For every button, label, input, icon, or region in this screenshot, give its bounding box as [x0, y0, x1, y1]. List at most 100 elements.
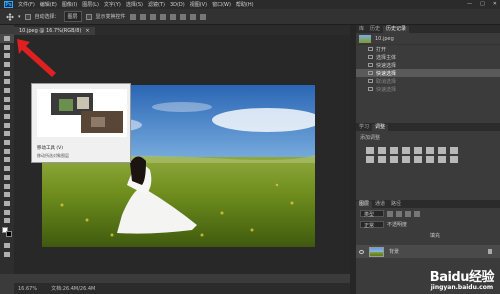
eraser-tool[interactable] — [0, 130, 14, 139]
threshold-icon[interactable] — [426, 156, 434, 163]
menu-file[interactable]: 文件(F) — [18, 1, 35, 8]
right-panels: 库 历史 历史记录 10.jpeg 打开 选择主体 快速选择 快速选择 取消选择… — [356, 25, 500, 294]
document-tab[interactable]: 10.jpeg @ 16.7%(RGB/8) × — [14, 27, 95, 35]
3d-mode-icon[interactable] — [199, 13, 206, 20]
layer-kind-filter[interactable]: 类型 — [360, 210, 384, 218]
align-left-icon[interactable] — [129, 13, 136, 20]
black-white-icon[interactable] — [450, 147, 458, 154]
frame-tool[interactable] — [0, 77, 14, 86]
eye-icon[interactable] — [359, 249, 364, 254]
gradient-tool[interactable] — [0, 138, 14, 147]
color-swatches[interactable] — [0, 225, 14, 241]
history-brush-tool[interactable] — [0, 121, 14, 130]
history-item-selected[interactable]: 快速选择 — [356, 69, 500, 77]
exposure-icon[interactable] — [402, 147, 410, 154]
menu-edit[interactable]: 编辑(E) — [40, 1, 57, 8]
history-item[interactable]: 取消选择 — [356, 77, 500, 85]
pen-tool[interactable] — [0, 164, 14, 173]
invert-icon[interactable] — [402, 156, 410, 163]
menu-view[interactable]: 视图(V) — [190, 1, 207, 8]
menu-image[interactable]: 图像(I) — [62, 1, 77, 8]
align-center-icon[interactable] — [139, 13, 146, 20]
menu-help[interactable]: 帮助(H) — [236, 1, 254, 8]
zoom-level[interactable]: 16.67% — [18, 286, 37, 292]
tab-libraries[interactable]: 库 — [356, 26, 367, 33]
brightness-icon[interactable] — [366, 147, 374, 154]
hue-saturation-icon[interactable] — [426, 147, 434, 154]
shape-tool[interactable] — [0, 190, 14, 199]
type-tool[interactable] — [0, 173, 14, 182]
align-middle-icon[interactable] — [169, 13, 176, 20]
brush-tool[interactable] — [0, 104, 14, 113]
screen-mode-button[interactable] — [0, 250, 14, 259]
tab-layers[interactable]: 图层 — [356, 201, 373, 208]
eyedropper-tool[interactable] — [0, 86, 14, 95]
curves-icon[interactable] — [390, 147, 398, 154]
gradient-map-icon[interactable] — [438, 156, 446, 163]
move-tool-icon[interactable] — [6, 12, 14, 21]
tab-close-icon[interactable]: × — [85, 27, 89, 35]
layer-select-dropdown[interactable]: 图层 — [63, 11, 82, 22]
tab-history-log[interactable]: 历史记录 — [383, 26, 410, 33]
minimize-button[interactable]: — — [467, 1, 472, 7]
selective-color-icon[interactable] — [450, 156, 458, 163]
lasso-tool[interactable] — [0, 51, 14, 60]
menu-select[interactable]: 选择(S) — [126, 1, 143, 8]
hand-tool[interactable] — [0, 199, 14, 208]
close-button[interactable]: ✕ — [493, 1, 497, 7]
photo-filter-icon[interactable] — [366, 156, 374, 163]
blend-mode-select[interactable]: 正常 — [360, 221, 384, 229]
color-balance-icon[interactable] — [438, 147, 446, 154]
tab-history[interactable]: 历史 — [367, 26, 383, 33]
menu-3d[interactable]: 3D(D) — [170, 2, 185, 8]
marquee-tool[interactable] — [0, 43, 14, 52]
channel-mixer-icon[interactable] — [378, 156, 386, 163]
menu-window[interactable]: 窗口(W) — [212, 1, 231, 8]
history-snapshot[interactable]: 10.jpeg — [356, 33, 500, 45]
crop-tool[interactable] — [0, 69, 14, 78]
clone-stamp-tool[interactable] — [0, 112, 14, 121]
show-transform-checkbox[interactable] — [85, 13, 92, 20]
blur-tool[interactable] — [0, 147, 14, 156]
screen-mode-icon — [4, 251, 10, 257]
tab-learn[interactable]: 学习 — [356, 124, 372, 131]
levels-icon[interactable] — [378, 147, 386, 154]
maximize-button[interactable]: □ — [480, 1, 485, 7]
tab-paths[interactable]: 路径 — [388, 201, 404, 208]
color-lookup-icon[interactable] — [390, 156, 398, 163]
quick-mask-button[interactable] — [0, 241, 14, 250]
path-select-tool[interactable] — [0, 182, 14, 191]
background-color[interactable] — [6, 231, 12, 238]
chevron-down-icon[interactable]: ▾ — [18, 14, 21, 20]
brush-icon — [4, 105, 10, 111]
layer-background[interactable]: 背景 — [356, 245, 500, 258]
history-item[interactable]: 打开 — [356, 45, 500, 53]
quick-select-tool[interactable] — [0, 60, 14, 69]
filter-shape-icon[interactable] — [414, 210, 420, 217]
vibrance-icon[interactable] — [414, 147, 422, 154]
tab-adjustments[interactable]: 调整 — [372, 124, 389, 131]
align-bottom-icon[interactable] — [179, 13, 186, 20]
align-right-icon[interactable] — [149, 13, 156, 20]
dodge-tool[interactable] — [0, 156, 14, 165]
lock-icon[interactable] — [488, 249, 492, 254]
filter-adjust-icon[interactable] — [396, 210, 402, 217]
history-item[interactable]: 快速选择 — [356, 61, 500, 69]
posterize-icon[interactable] — [414, 156, 422, 163]
edit-toolbar[interactable] — [0, 216, 14, 225]
distribute-icon[interactable] — [189, 13, 196, 20]
menu-type[interactable]: 文字(Y) — [104, 1, 121, 8]
history-item[interactable]: 快速选择 — [356, 85, 500, 93]
zoom-tool[interactable] — [0, 208, 14, 217]
filter-pixel-icon[interactable] — [387, 210, 393, 217]
align-top-icon[interactable] — [159, 13, 166, 20]
tab-channels[interactable]: 通道 — [372, 201, 388, 208]
canvas-area[interactable]: 移动工具 (V) 移动所选对象图层 — [14, 35, 350, 274]
healing-brush-tool[interactable] — [0, 95, 14, 104]
menu-filter[interactable]: 滤镜(T) — [148, 1, 165, 8]
auto-select-checkbox[interactable] — [24, 13, 31, 20]
move-tool[interactable] — [0, 34, 14, 43]
filter-type-icon[interactable] — [405, 210, 411, 217]
menu-layer[interactable]: 图层(L) — [82, 1, 99, 8]
history-item[interactable]: 选择主体 — [356, 53, 500, 61]
